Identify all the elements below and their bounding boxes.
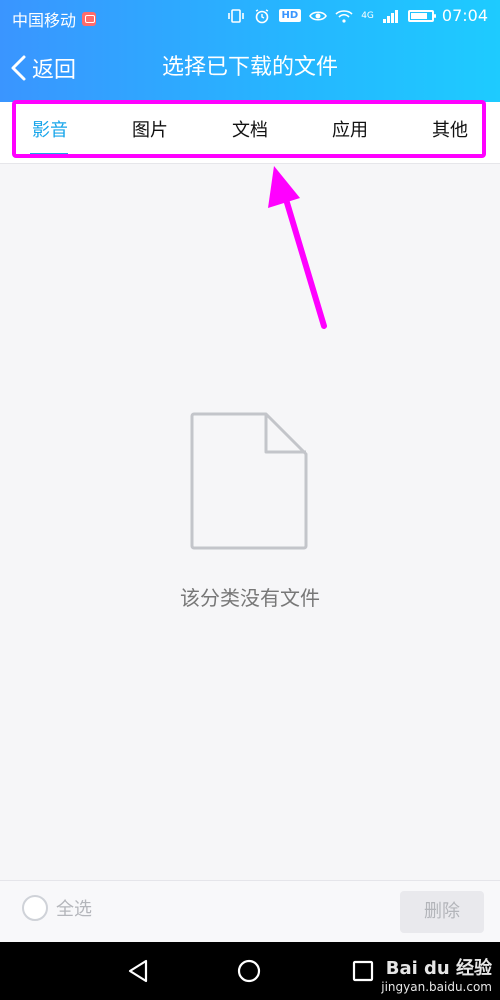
hd-badge: HD [278,9,302,22]
status-right: HD 4G 07:04 [227,6,488,25]
alarm-icon [255,8,268,23]
watermark-brand: Bai du 经验 [385,958,492,979]
back-label: 返回 [32,58,77,83]
battery-level-fill [410,12,427,19]
tab-documents[interactable]: 文档 [200,102,300,162]
tab-label: 应用 [332,120,368,141]
app-header: 选择已下载的文件 返回 [0,34,500,102]
tab-label: 图片 [132,120,168,141]
status-bar: 中国移动 HD 4G 07:04 [0,0,500,34]
vibrate-icon [227,8,244,23]
home-circle-icon[interactable] [236,958,262,984]
tab-images[interactable]: 图片 [100,102,200,162]
delete-button[interactable]: 删除 [400,891,484,933]
watermark-url: jingyan.baidu.com [381,980,492,994]
signal-icon [382,9,398,23]
select-all-radio[interactable] [22,895,48,921]
carrier-badge-icon [82,12,97,26]
baidu-jingyan-watermark: Bai du 经验 jingyan.baidu.com [381,954,492,994]
empty-state-text: 该分类没有文件 [180,586,320,610]
carrier-name: 中国移动 [12,11,77,30]
status-left: 中国移动 [12,7,97,31]
back-button[interactable]: 返回 [8,34,76,102]
clock: 07:04 [441,6,488,25]
recent-square-icon[interactable] [350,958,376,984]
select-all-label: 全选 [56,899,92,920]
tab-apps[interactable]: 应用 [300,102,400,162]
category-tabs: 影音 图片 文档 应用 其他 [0,102,500,164]
bottom-action-bar: 全选 删除 [0,880,500,943]
wifi-icon [335,9,353,23]
eye-icon [309,10,328,21]
tab-other[interactable]: 其他 [400,102,500,162]
select-all-toggle[interactable]: 全选 [22,895,92,921]
active-tab-indicator [30,153,68,156]
back-triangle-icon[interactable] [126,958,152,984]
battery-icon [407,9,436,22]
file-list-area [0,164,500,880]
tab-media[interactable]: 影音 [0,102,100,162]
tab-label: 其他 [432,120,468,141]
system-nav-bar: Bai du 经验 jingyan.baidu.com [0,942,500,1000]
tab-label: 文档 [232,120,268,141]
chevron-left-icon [11,55,26,81]
document-icon [190,412,308,550]
network-type: 4G [361,10,374,21]
tab-label: 影音 [32,120,68,141]
